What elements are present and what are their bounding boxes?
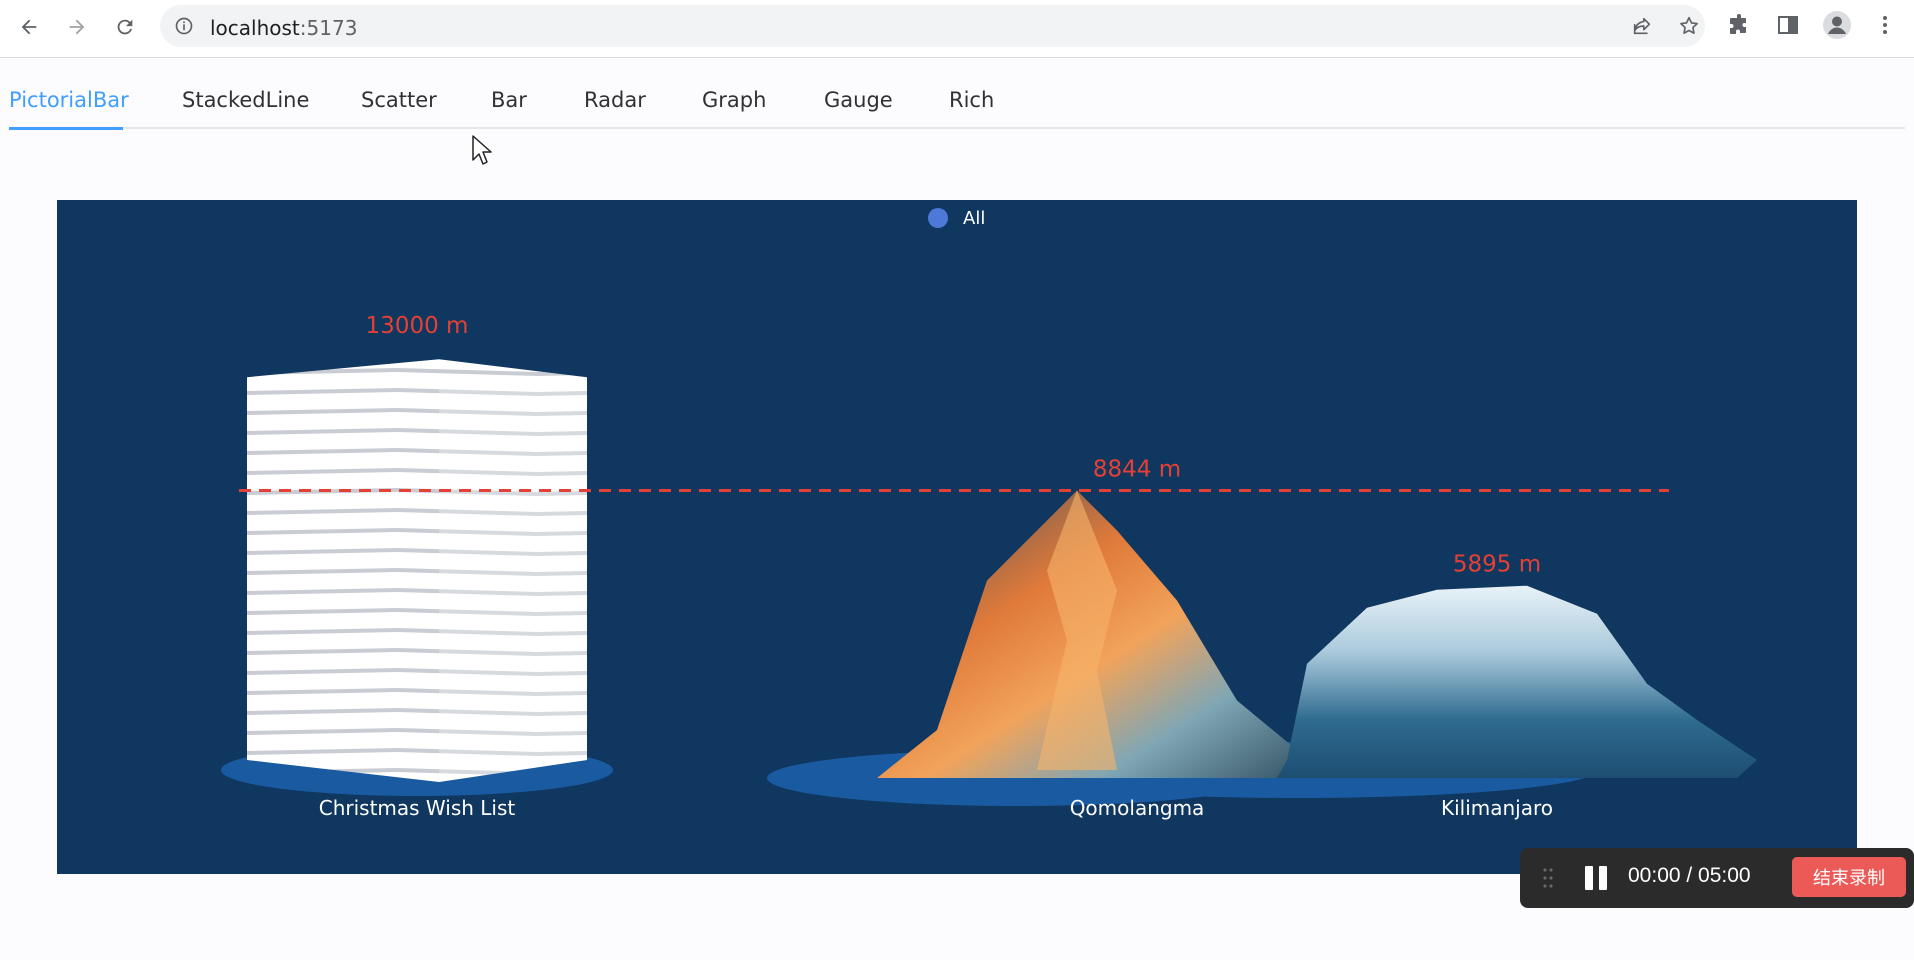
value-label: 13000 m (366, 313, 469, 339)
bar-qomolangma (877, 490, 1327, 778)
tab-radar[interactable]: Radar (584, 88, 646, 112)
url-text: localhost:5173 (210, 16, 357, 40)
recording-timer: 00:00 / 05:00 (1628, 864, 1751, 887)
chart-canvas: 13000 m 8844 m 5895 m Christmas Wish List Qo… (221, 208, 1757, 820)
url-port: :5173 (299, 16, 358, 40)
back-button[interactable] (12, 10, 46, 44)
tabs-divider (9, 127, 1905, 129)
mountain-kilimanjaro (1277, 585, 1757, 778)
mouse-cursor-icon (472, 135, 492, 165)
forward-button[interactable] (60, 10, 94, 44)
tab-scatter[interactable]: Scatter (361, 88, 437, 112)
bookmark-star-icon[interactable] (1678, 15, 1700, 37)
bar-kilimanjaro (1277, 585, 1757, 778)
profile-avatar-icon[interactable] (1822, 10, 1852, 40)
drag-handle-icon[interactable] (1542, 866, 1554, 890)
side-panel-icon[interactable] (1776, 13, 1800, 37)
arrow-left-icon (21, 19, 37, 35)
chart-tabs: PictorialBar StackedLine Scatter Bar Rad… (0, 58, 1914, 130)
tab-pictorialbar[interactable]: PictorialBar (9, 88, 129, 112)
tab-stackedline[interactable]: StackedLine (182, 88, 309, 112)
reload-button[interactable] (108, 10, 142, 44)
arrow-right-icon (69, 19, 85, 35)
reload-icon (117, 19, 133, 35)
more-menu-icon[interactable] (1873, 13, 1897, 37)
tab-bar[interactable]: Bar (491, 88, 527, 112)
value-label: 5895 m (1453, 552, 1541, 578)
value-label: 8844 m (1093, 457, 1181, 483)
info-icon[interactable] (174, 16, 194, 36)
tab-gauge[interactable]: Gauge (824, 88, 893, 112)
category-label: Qomolangma (1070, 796, 1205, 820)
url-host: localhost (210, 16, 300, 40)
legend-dot (928, 208, 948, 228)
tab-graph[interactable]: Graph (702, 88, 766, 112)
tab-rich[interactable]: Rich (949, 88, 994, 112)
paper-stack-shade (439, 377, 587, 782)
address-bar[interactable]: localhost:5173 (160, 5, 1705, 47)
share-icon[interactable] (1631, 15, 1653, 37)
screen-recorder-widget: 00:00 / 05:00 结束录制 (1520, 848, 1914, 908)
pictorial-bar-chart[interactable]: 13000 m 8844 m 5895 m Christmas Wish List Qo… (57, 200, 1857, 874)
extensions-icon[interactable] (1727, 13, 1751, 37)
pause-icon[interactable] (1582, 864, 1610, 892)
category-label: Kilimanjaro (1441, 796, 1553, 820)
category-label: Christmas Wish List (319, 796, 516, 820)
browser-toolbar: localhost:5173 (0, 0, 1914, 58)
tabs-active-indicator (9, 127, 123, 130)
stop-recording-button[interactable]: 结束录制 (1792, 857, 1906, 897)
bar-christmas-wish-list (247, 359, 587, 782)
legend-label: All (963, 208, 985, 229)
